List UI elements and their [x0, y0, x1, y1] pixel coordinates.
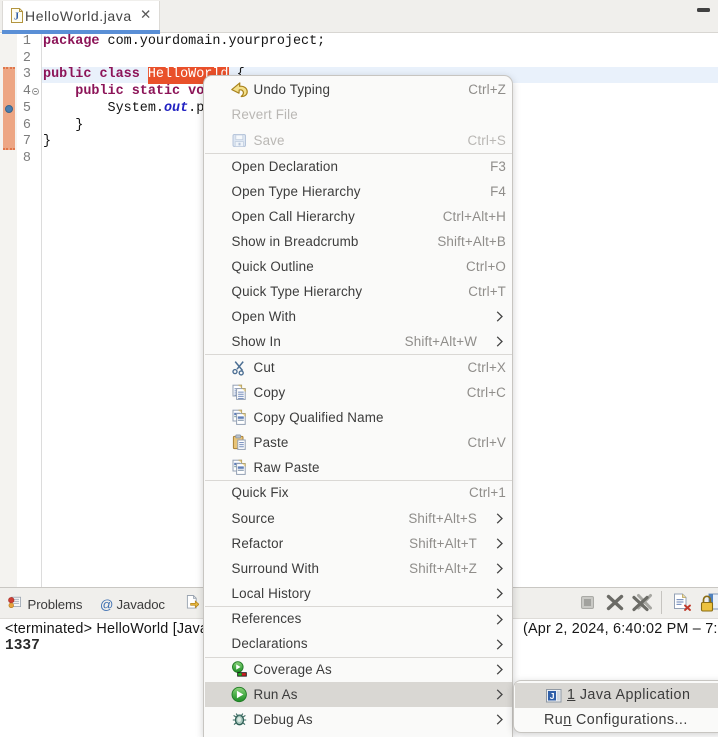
- svg-text:J: J: [550, 690, 555, 700]
- svg-text:J: J: [14, 12, 19, 23]
